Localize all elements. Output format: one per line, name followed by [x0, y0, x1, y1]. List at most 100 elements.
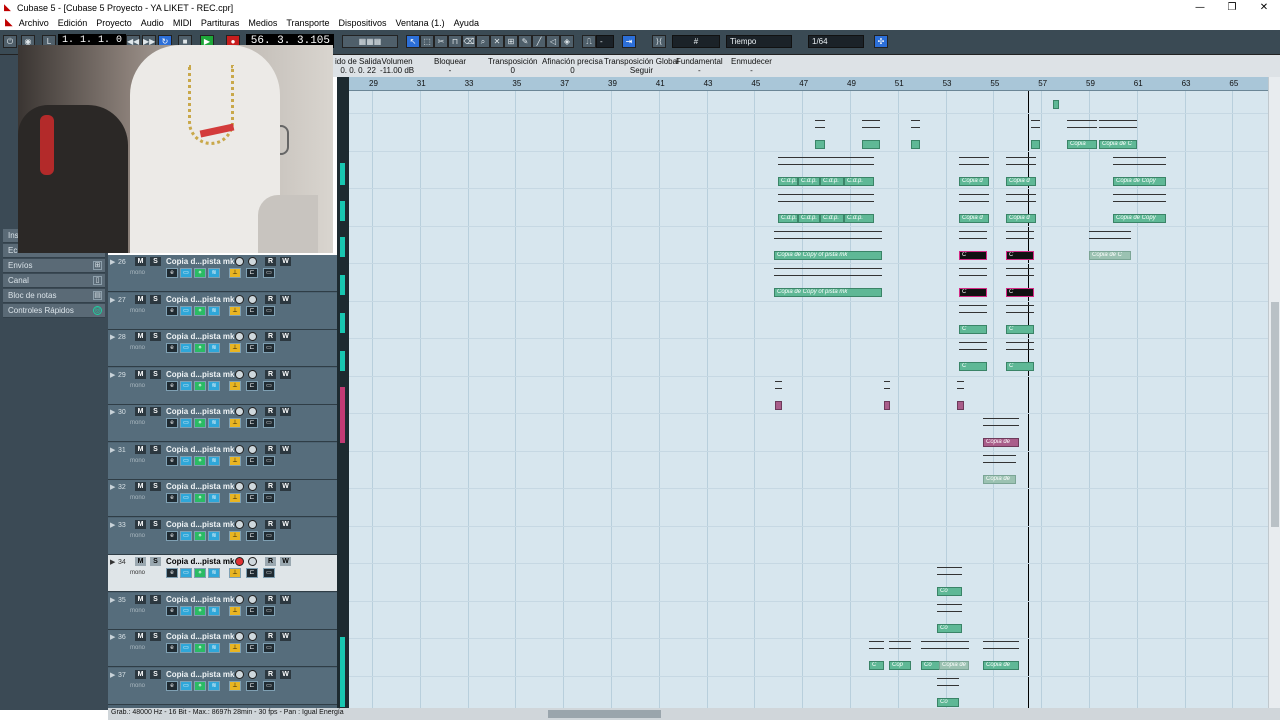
edit-channel-button[interactable]: e — [166, 455, 178, 466]
menu-dispositivos[interactable]: Dispositivos — [339, 18, 387, 28]
record-enable-icon[interactable] — [235, 294, 244, 304]
erase-tool-icon[interactable]: ⌫ — [462, 35, 476, 48]
track-header[interactable]: ▶ 31 M S Copia d...pista mk R Wmono e ▭ ⋄ ≋ ⊥ ⊏ ▭ — [108, 442, 337, 480]
minimize-button[interactable]: — — [1184, 2, 1216, 13]
inserts-icon[interactable]: ▭ — [180, 268, 192, 278]
autoscroll-dropdown[interactable]: - — [596, 35, 614, 48]
inserts-icon[interactable]: ▭ — [180, 305, 192, 316]
record-enable-icon[interactable] — [235, 407, 244, 416]
write-automation-button[interactable]: W — [280, 482, 291, 491]
audio-event[interactable] — [1053, 100, 1059, 109]
record-enable-icon[interactable] — [235, 444, 244, 454]
sends-icon[interactable]: ≋ — [208, 493, 220, 503]
lanes-icon[interactable]: ⊏ — [246, 418, 258, 428]
audio-event[interactable]: Copia — [1067, 140, 1097, 149]
info-mute[interactable]: Enmudecer - — [731, 57, 772, 75]
audio-event[interactable]: C.d.p. — [798, 177, 820, 186]
mute-button[interactable]: M — [135, 632, 146, 641]
audio-event[interactable]: Copia de Copy of pista mk — [774, 288, 882, 297]
notepad-toggle-icon[interactable]: ▤ — [93, 291, 102, 300]
read-automation-button[interactable]: R — [265, 669, 276, 679]
audio-event[interactable]: Copia de Copy of pista mk — [774, 251, 882, 260]
read-automation-button[interactable]: R — [265, 482, 276, 491]
grid-type-dropdown[interactable]: # — [672, 35, 720, 48]
audio-event[interactable]: Copia de — [939, 661, 969, 670]
inspector-sends[interactable]: Envíos ⊞ — [3, 259, 105, 273]
audio-event[interactable]: Co — [937, 624, 962, 633]
expand-icon[interactable]: ▶ — [110, 671, 115, 679]
audio-event[interactable] — [862, 140, 880, 149]
eq-icon[interactable]: ⋄ — [194, 268, 206, 278]
monitor-icon[interactable] — [248, 482, 257, 491]
timeline-ruler[interactable]: 29 31 33 35 37 39 41 43 45 47 49 51 53 55 57 59 61 63 65 — [349, 77, 1268, 91]
audio-event[interactable]: Copia de — [983, 475, 1016, 484]
audio-event[interactable] — [911, 140, 920, 149]
mute-button[interactable]: M — [135, 332, 146, 341]
expand-icon[interactable]: ▶ — [110, 371, 115, 379]
monitor-icon[interactable] — [248, 257, 257, 266]
line-tool-icon[interactable]: ╱ — [532, 35, 546, 48]
monitor-icon[interactable] — [248, 594, 257, 604]
lock-icon[interactable]: ⊥ — [229, 530, 241, 541]
horizontal-scroll-thumb[interactable] — [548, 710, 661, 718]
monitor-icon[interactable] — [248, 669, 257, 679]
track-header[interactable]: ▶ 37 M S Copia d...pista mk R Wmono e ▭ ⋄ ≋ ⊥ ⊏ ▭ — [108, 667, 337, 705]
app-menu-icon[interactable]: ◣ — [5, 17, 13, 28]
mute-button[interactable]: M — [135, 369, 146, 379]
audio-event[interactable]: Copia de C — [1089, 251, 1131, 260]
read-automation-button[interactable]: R — [265, 257, 276, 266]
track-name[interactable]: Copia d...pista mk — [166, 445, 234, 454]
info-offset[interactable]: ido de Salida 0. 0. 0. 22 — [335, 57, 381, 75]
track-header[interactable]: ▶ 28 M S Copia d...pista mk R Wmono e ▭ ⋄ ≋ ⊥ ⊏ ▭ — [108, 330, 337, 367]
audio-event[interactable]: Co — [937, 587, 962, 596]
menu-partituras[interactable]: Partituras — [201, 18, 240, 28]
eq-icon[interactable]: ⋄ — [194, 380, 206, 391]
color-palette-icon[interactable]: ✣ — [874, 35, 888, 48]
zoom-tool-icon[interactable]: ⌕ — [476, 35, 490, 48]
track-name[interactable]: Copia d...pista mk — [166, 632, 234, 641]
split-tool-icon[interactable]: ✂ — [434, 35, 448, 48]
quick-controls-toggle-icon[interactable]: ◎ — [93, 306, 102, 315]
monitor-icon[interactable] — [248, 332, 257, 341]
track-name[interactable]: Copia d...pista mk — [166, 295, 234, 304]
write-automation-button[interactable]: W — [280, 519, 291, 529]
write-automation-button[interactable]: W — [280, 444, 291, 454]
record-enable-icon[interactable] — [235, 332, 244, 341]
track-header[interactable]: ▶ 33 M S Copia d...pista mk R Wmono e ▭ ⋄ ≋ ⊥ ⊏ ▭ — [108, 517, 337, 555]
menu-audio[interactable]: Audio — [141, 18, 164, 28]
track-name[interactable]: Copia d...pista mk — [166, 407, 234, 416]
solo-button[interactable]: S — [150, 332, 161, 341]
eq-icon[interactable]: ⋄ — [194, 455, 206, 466]
solo-button[interactable]: S — [150, 369, 161, 379]
audio-event[interactable]: C — [959, 288, 987, 297]
folder-icon[interactable]: ▭ — [263, 268, 275, 278]
expand-icon[interactable]: ▶ — [110, 596, 115, 604]
lock-icon[interactable]: ⊥ — [229, 680, 241, 691]
object-select-tool-icon[interactable]: ↖ — [406, 35, 420, 48]
sends-icon[interactable]: ≋ — [208, 418, 220, 428]
lanes-icon[interactable]: ⊏ — [246, 643, 258, 653]
lock-icon[interactable]: ⊥ — [229, 268, 241, 278]
write-automation-button[interactable]: W — [280, 332, 291, 341]
play-tool-icon[interactable]: ◁ — [546, 35, 560, 48]
record-enable-icon[interactable] — [235, 482, 244, 491]
lock-icon[interactable]: ⊥ — [229, 305, 241, 316]
expand-icon[interactable]: ▶ — [110, 558, 115, 566]
record-enable-icon[interactable] — [235, 519, 244, 529]
mute-button[interactable]: M — [135, 407, 146, 416]
expand-icon[interactable]: ▶ — [110, 521, 115, 529]
read-automation-button[interactable]: R — [265, 332, 276, 341]
read-automation-button[interactable]: R — [265, 632, 276, 641]
eq-icon[interactable]: ⋄ — [194, 605, 206, 616]
read-automation-button[interactable]: R — [265, 407, 276, 416]
power-icon[interactable]: ⏻ — [3, 35, 17, 48]
folder-icon[interactable]: ▭ — [263, 305, 275, 316]
sends-icon[interactable]: ≋ — [208, 680, 220, 691]
audio-event[interactable]: C.d.p. — [820, 177, 844, 186]
edit-channel-button[interactable]: e — [166, 418, 178, 428]
audio-event[interactable]: C.d.p. — [844, 177, 874, 186]
draw-tool-icon[interactable]: ✎ — [518, 35, 532, 48]
inserts-icon[interactable]: ▭ — [180, 680, 192, 691]
sends-icon[interactable]: ≋ — [208, 455, 220, 466]
solo-button[interactable]: S — [150, 557, 161, 566]
